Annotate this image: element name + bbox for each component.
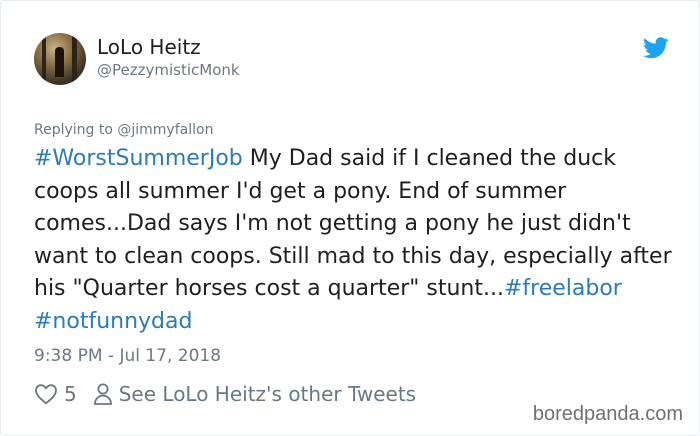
hashtag-link[interactable]: #WorstSummerJob	[34, 146, 243, 171]
tweet-timestamp[interactable]: 9:38 PM - Jul 17, 2018	[34, 346, 221, 366]
person-icon	[93, 383, 112, 405]
author-handle[interactable]: @PezzymisticMonk	[97, 61, 240, 79]
heart-icon[interactable]	[34, 383, 58, 405]
avatar[interactable]	[34, 33, 86, 85]
watermark: boredpanda.com	[532, 403, 683, 425]
replying-to[interactable]: Replying to @jimmyfallon	[34, 122, 213, 138]
hashtag-link[interactable]: #notfunnydad	[34, 309, 192, 334]
tweet-card: LoLo Heitz @PezzymisticMonk Replying to …	[0, 0, 700, 436]
hashtag-link[interactable]: #freelabor	[504, 276, 622, 301]
tweet-body: #WorstSummerJob My Dad said if I cleaned…	[34, 143, 679, 338]
other-tweets-link[interactable]: See LoLo Heitz's other Tweets	[119, 382, 416, 406]
author-name[interactable]: LoLo Heitz	[97, 35, 201, 59]
twitter-bird-icon[interactable]	[643, 37, 669, 59]
tweet-actions: 5 See LoLo Heitz's other Tweets	[34, 380, 416, 408]
like-count[interactable]: 5	[64, 382, 77, 406]
